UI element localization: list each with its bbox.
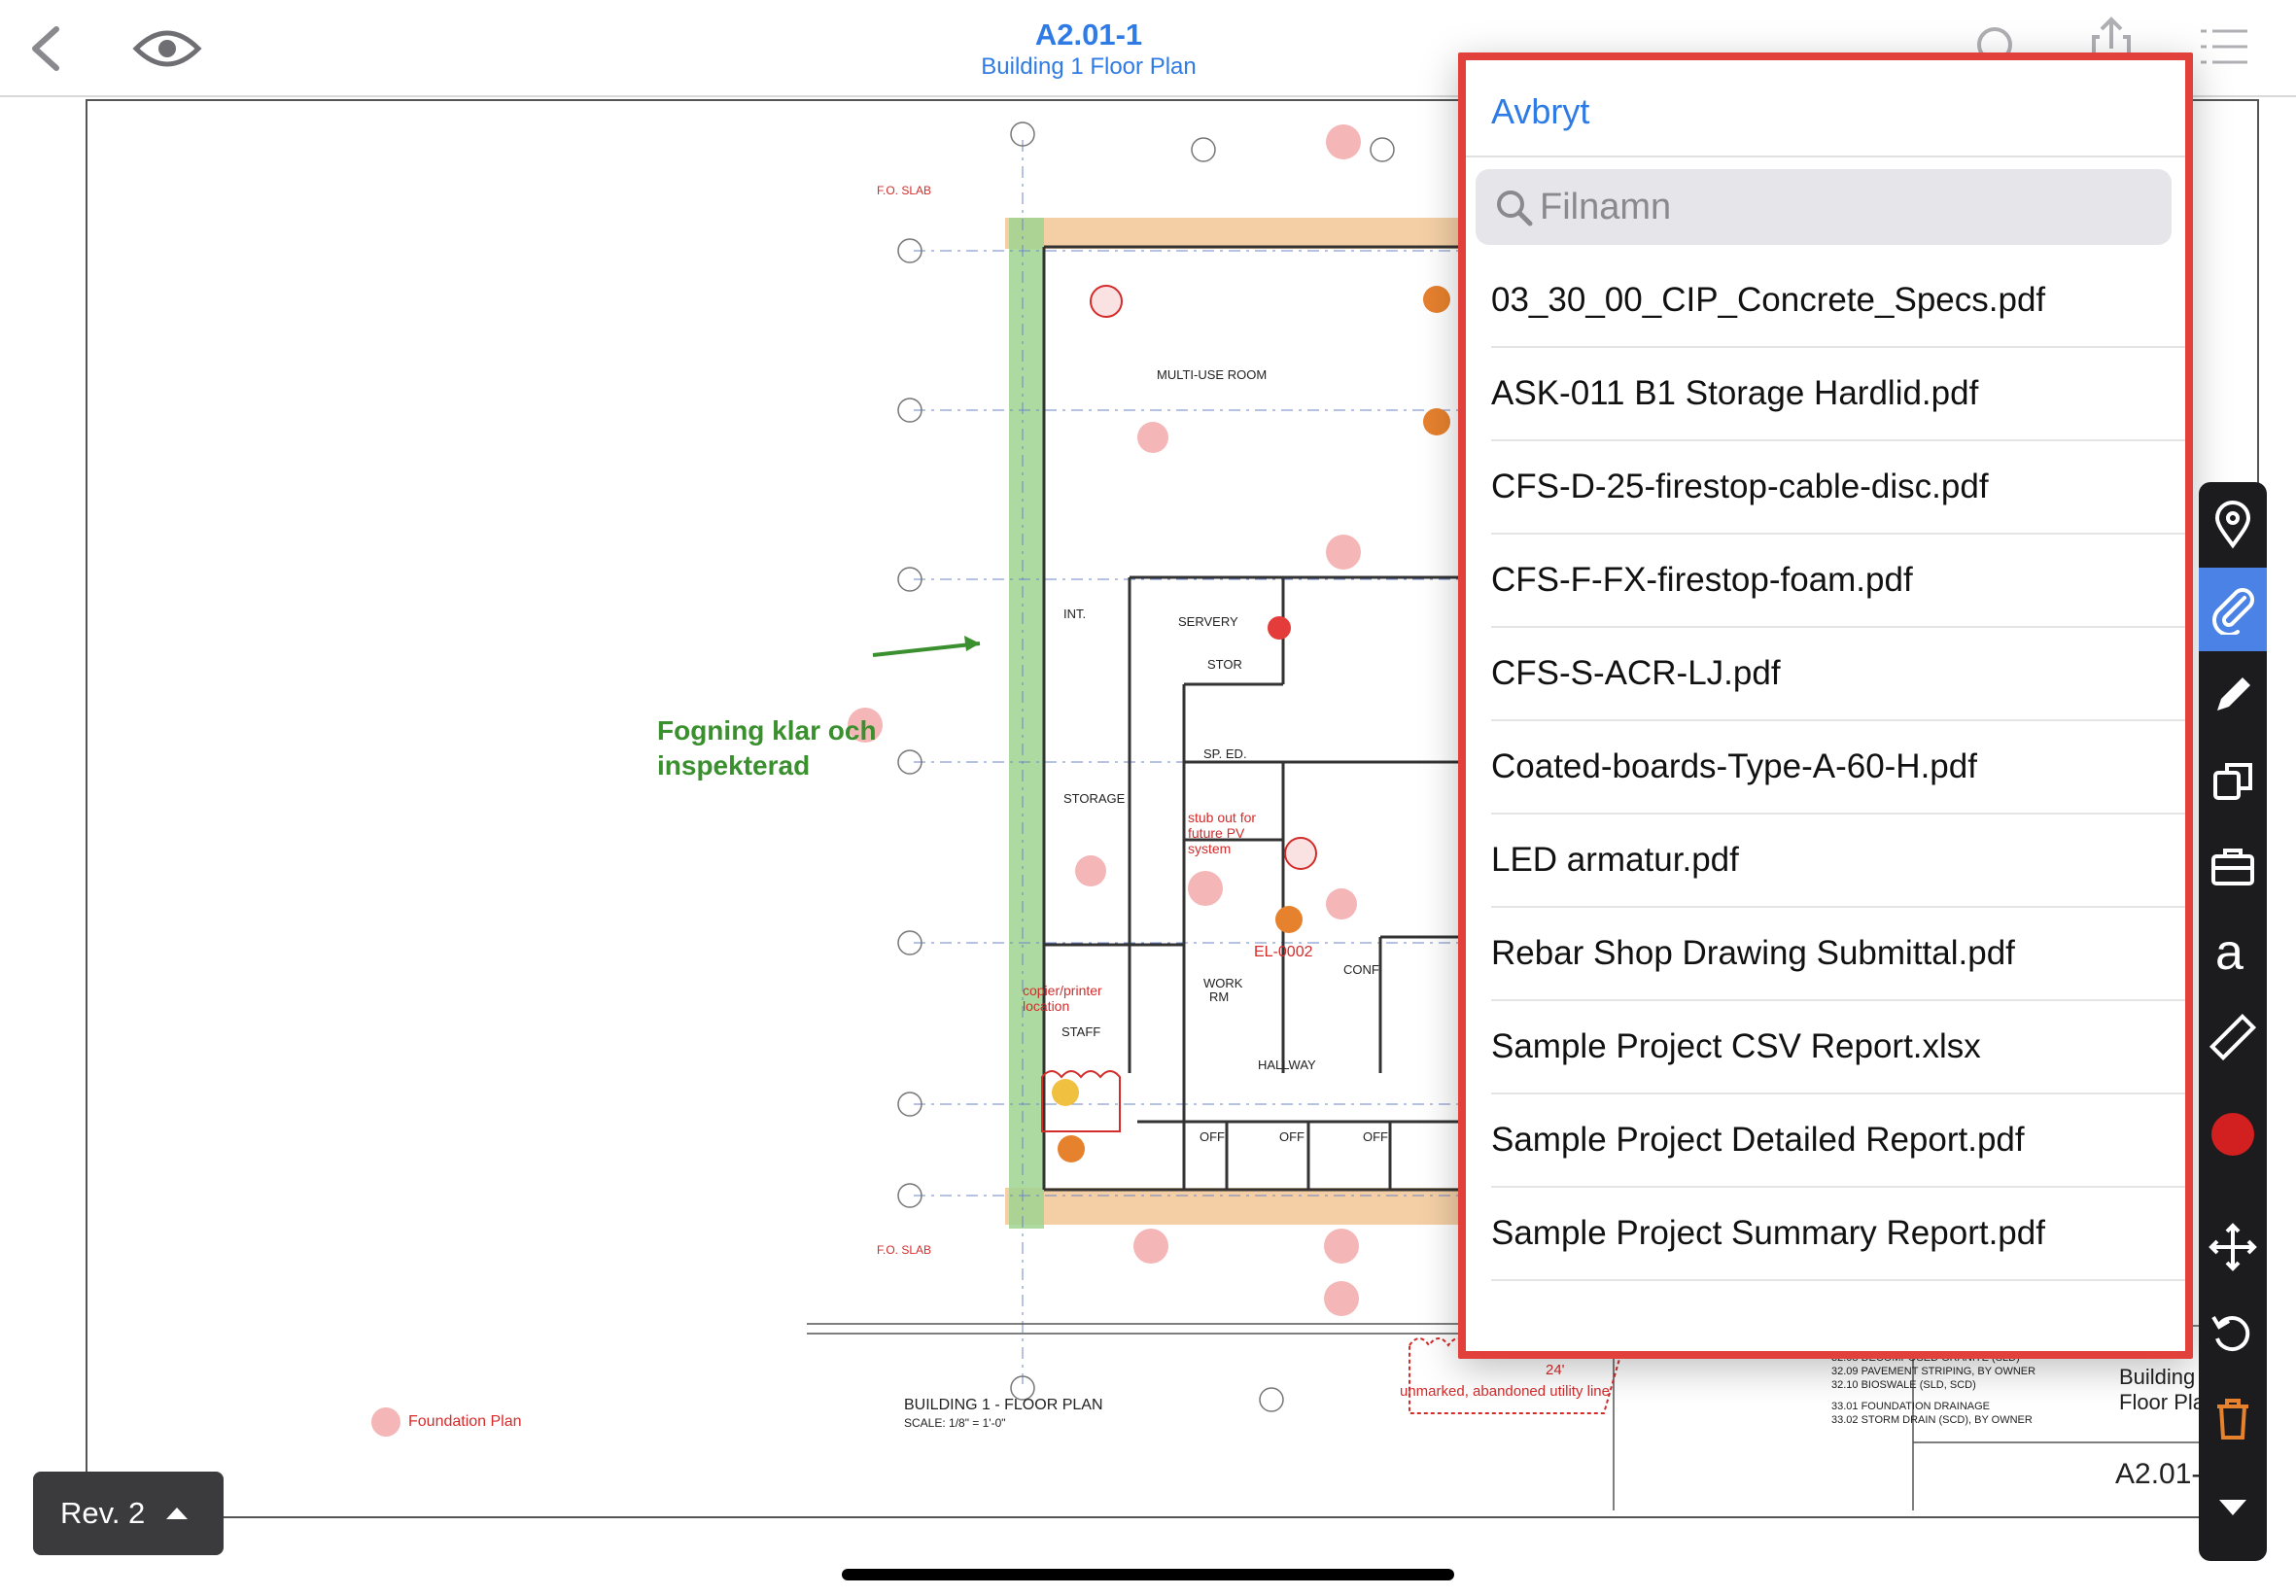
visibility-button[interactable] [132, 23, 202, 74]
sheet-number: A2.01-1 [1034, 17, 1143, 52]
svg-text:CONF: CONF [1343, 962, 1379, 977]
sheet-title-block[interactable]: A2.01-1 Building 1 Floor Plan [875, 17, 1303, 82]
markup-toolbar: a [2199, 482, 2267, 1561]
file-item[interactable]: Sample Project Summary Report.pdf [1491, 1188, 2185, 1281]
revision-button[interactable]: Rev. 2 [33, 1472, 224, 1555]
svg-text:WORK: WORK [1203, 976, 1243, 990]
cancel-button[interactable]: Avbryt [1491, 91, 1589, 132]
eye-icon [132, 30, 202, 67]
svg-text:EL-0002: EL-0002 [1254, 944, 1313, 960]
svg-text:INT.: INT. [1063, 607, 1086, 621]
file-picker-popover: Avbryt 03_30_00_CIP_Concrete_Specs.pdf A… [1458, 52, 2193, 1359]
svg-text:STORAGE: STORAGE [1063, 791, 1126, 806]
svg-text:unmarked, abandoned utility li: unmarked, abandoned utility line [1400, 1383, 1610, 1400]
svg-text:33.01 FOUNDATION DRAINAGE: 33.01 FOUNDATION DRAINAGE [1831, 1401, 1990, 1412]
undo-icon [2211, 1315, 2250, 1352]
file-item[interactable]: Sample Project Detailed Report.pdf [1491, 1094, 2185, 1188]
filename-search-input[interactable] [1540, 179, 2142, 235]
file-item[interactable]: CFS-S-ACR-LJ.pdf [1491, 628, 2185, 721]
back-button[interactable] [21, 21, 76, 76]
svg-text:OFF: OFF [1200, 1129, 1225, 1144]
svg-text:HALLWAY: HALLWAY [1258, 1058, 1316, 1072]
color-icon [2211, 1113, 2254, 1156]
svg-text:F.O. SLAB: F.O. SLAB [877, 1243, 931, 1257]
file-item[interactable]: LED armatur.pdf [1491, 815, 2185, 908]
svg-text:32.09 PAVEMENT STRIPING, BY OW: 32.09 PAVEMENT STRIPING, BY OWNER [1831, 1366, 2035, 1377]
foundation-plan-label: Foundation Plan [408, 1413, 522, 1430]
measure-tool[interactable] [2199, 995, 2267, 1079]
chevron-down-icon [2219, 1500, 2246, 1515]
file-item[interactable]: CFS-D-25-firestop-cable-disc.pdf [1491, 441, 2185, 535]
trash-icon [2217, 1399, 2248, 1440]
list-icon [2201, 29, 2247, 64]
attachment-tool[interactable] [2199, 568, 2267, 651]
app-root: { "header": { "sheet_number": "A2.01-1",… [0, 0, 2296, 1596]
shapes-tool[interactable] [2199, 739, 2267, 822]
search-icon [1497, 191, 1533, 226]
svg-text:24': 24' [1546, 1362, 1565, 1378]
svg-text:F.O. SLAB: F.O. SLAB [877, 184, 931, 197]
move-tool[interactable] [2199, 1205, 2267, 1289]
home-indicator [842, 1569, 1454, 1580]
color-picker[interactable] [2199, 1093, 2267, 1176]
popover-header: Avbryt [1466, 60, 2185, 157]
file-item[interactable]: ASK-011 B1 Storage Hardlid.pdf [1491, 348, 2185, 441]
svg-text:STOR: STOR [1207, 657, 1242, 672]
sheet-list-button[interactable] [2199, 27, 2249, 66]
delete-tool[interactable] [2199, 1376, 2267, 1460]
undo-tool[interactable] [2199, 1291, 2267, 1374]
svg-text:RM: RM [1209, 989, 1229, 1004]
attachment-icon [2212, 588, 2254, 635]
svg-text:OFF: OFF [1363, 1129, 1388, 1144]
svg-text:33.02 STORM DRAIN (SCD), BY OW: 33.02 STORM DRAIN (SCD), BY OWNER [1831, 1414, 2033, 1426]
text-icon: a [2215, 926, 2244, 977]
svg-text:32.10 BIOSWALE (SLD, SCD): 32.10 BIOSWALE (SLD, SCD) [1831, 1379, 1976, 1391]
foundation-plan-link[interactable]: Foundation Plan [371, 1407, 522, 1437]
copy-icon [2213, 763, 2252, 800]
svg-text:location: location [1023, 998, 1069, 1014]
file-item[interactable]: Rebar Shop Drawing Submittal.pdf [1491, 908, 2185, 1001]
svg-text:stub out for: stub out for [1188, 810, 1256, 825]
svg-text:a: a [2215, 926, 2244, 977]
file-item[interactable]: 03_30_00_CIP_Concrete_Specs.pdf [1491, 255, 2185, 348]
file-item[interactable]: Coated-boards-Type-A-60-H.pdf [1491, 721, 2185, 815]
annotation-text[interactable]: Fogning klar och inspekterad [657, 713, 890, 783]
hyperlink-marker-icon [371, 1407, 400, 1437]
svg-text:system: system [1188, 841, 1231, 856]
file-item[interactable]: CFS-F-FX-firestop-foam.pdf [1491, 535, 2185, 628]
revision-label: Rev. 2 [60, 1496, 146, 1530]
svg-text:copier/printer: copier/printer [1023, 983, 1102, 998]
svg-text:MULTI-USE ROOM: MULTI-USE ROOM [1157, 367, 1267, 382]
svg-text:SCALE: 1/8" = 1'-0": SCALE: 1/8" = 1'-0" [904, 1416, 1006, 1430]
file-item[interactable]: Sample Project CSV Report.xlsx [1491, 1001, 2185, 1094]
move-icon [2209, 1223, 2257, 1271]
collapse-toolbar[interactable] [2199, 1466, 2267, 1549]
chevron-left-icon [32, 26, 59, 71]
pencil-tool[interactable] [2199, 653, 2267, 737]
toolbox-icon [2211, 849, 2254, 885]
pencil-icon [2217, 677, 2250, 711]
text-tool[interactable]: a [2199, 910, 2267, 993]
svg-text:SERVERY: SERVERY [1178, 614, 1238, 629]
sheet-title: Building 1 Floor Plan [981, 53, 1197, 80]
svg-text:future PV: future PV [1188, 825, 1245, 841]
pin-icon [2214, 501, 2251, 549]
toolbox-tool[interactable] [2199, 824, 2267, 908]
svg-text:BUILDING 1 - FLOOR PLAN: BUILDING 1 - FLOOR PLAN [904, 1397, 1103, 1413]
svg-text:OFF: OFF [1279, 1129, 1305, 1144]
svg-text:STAFF: STAFF [1061, 1024, 1100, 1039]
ruler-icon [2209, 1013, 2257, 1061]
pin-tool[interactable] [2199, 482, 2267, 566]
svg-text:SP. ED.: SP. ED. [1203, 746, 1247, 761]
file-list: 03_30_00_CIP_Concrete_Specs.pdf ASK-011 … [1466, 255, 2185, 1281]
chevron-up-icon [166, 1508, 189, 1519]
filename-search[interactable] [1476, 169, 2172, 245]
